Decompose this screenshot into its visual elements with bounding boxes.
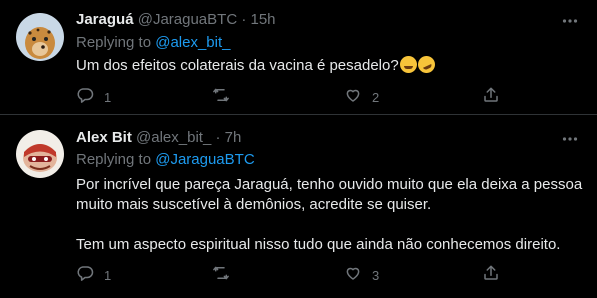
replying-to-label: Replying to [76, 34, 152, 51]
tweet-actions: 1 2 [76, 87, 506, 107]
like-button[interactable]: 3 [344, 265, 379, 285]
like-icon [344, 86, 362, 109]
retweet-button[interactable] [212, 87, 240, 107]
replying-to: Replying to @JaraguaBTC [76, 150, 255, 170]
retweet-icon [212, 86, 230, 109]
more-icon[interactable] [559, 128, 581, 150]
tweet-alex-bit[interactable]: Alex Bit @alex_bit_ · 7h Replying to @Ja… [0, 115, 597, 298]
reply-icon [76, 86, 94, 109]
tweet-text-line: muito mais suscetível à demônios, acredi… [76, 196, 432, 213]
reply-icon [76, 264, 94, 287]
avatar[interactable] [16, 130, 64, 178]
retweet-button[interactable] [212, 265, 240, 285]
rolling-on-the-floor-laughing-icon [414, 53, 438, 76]
face-with-tears-of-joy-icon [399, 56, 417, 73]
like-button[interactable]: 2 [344, 87, 379, 107]
display-name[interactable]: Jaraguá [76, 11, 134, 28]
timestamp[interactable]: 7h [225, 129, 242, 146]
separator: · [241, 11, 247, 28]
like-icon [344, 264, 362, 287]
tweet-text: Um dos efeitos colaterais da vacina é pe… [76, 53, 576, 76]
like-count: 2 [372, 89, 380, 105]
share-icon [482, 264, 500, 287]
tweet-jaragua[interactable]: Jaraguá @JaraguaBTC · 15h Replying to @a… [0, 0, 597, 115]
replying-to: Replying to @alex_bit_ [76, 33, 231, 53]
tweet-text-line: Por incrível que pareça Jaraguá, tenho o… [76, 176, 583, 193]
display-name[interactable]: Alex Bit [76, 129, 132, 146]
share-button[interactable] [482, 87, 500, 107]
separator: · [215, 129, 221, 146]
timestamp[interactable]: 15h [251, 11, 276, 28]
replying-to-link[interactable]: @alex_bit_ [155, 34, 230, 51]
reply-count: 1 [104, 267, 112, 283]
tweet-actions: 1 3 [76, 265, 506, 285]
tweet-text-line: Tem um aspecto espiritual nisso tudo que… [76, 236, 561, 253]
more-icon[interactable] [559, 10, 581, 32]
tweet-text: Por incrível que pareça Jaraguá, tenho o… [76, 175, 583, 255]
tweet-text-line: Um dos efeitos colaterais da vacina é pe… [76, 57, 399, 74]
retweet-icon [212, 264, 230, 287]
tweet-header: Jaraguá @JaraguaBTC · 15h [76, 10, 276, 30]
replying-to-link[interactable]: @JaraguaBTC [155, 151, 254, 168]
tweet-text-spacer [76, 215, 576, 235]
share-button[interactable] [482, 265, 500, 285]
reply-button[interactable]: 1 [76, 265, 111, 285]
reply-count: 1 [104, 89, 112, 105]
share-icon [482, 86, 500, 109]
tweet-header: Alex Bit @alex_bit_ · 7h [76, 128, 241, 148]
like-count: 3 [372, 267, 380, 283]
reply-button[interactable]: 1 [76, 87, 111, 107]
avatar[interactable] [16, 13, 64, 61]
user-handle[interactable]: @alex_bit_ [136, 129, 211, 146]
user-handle[interactable]: @JaraguaBTC [138, 11, 237, 28]
replying-to-label: Replying to [76, 151, 152, 168]
